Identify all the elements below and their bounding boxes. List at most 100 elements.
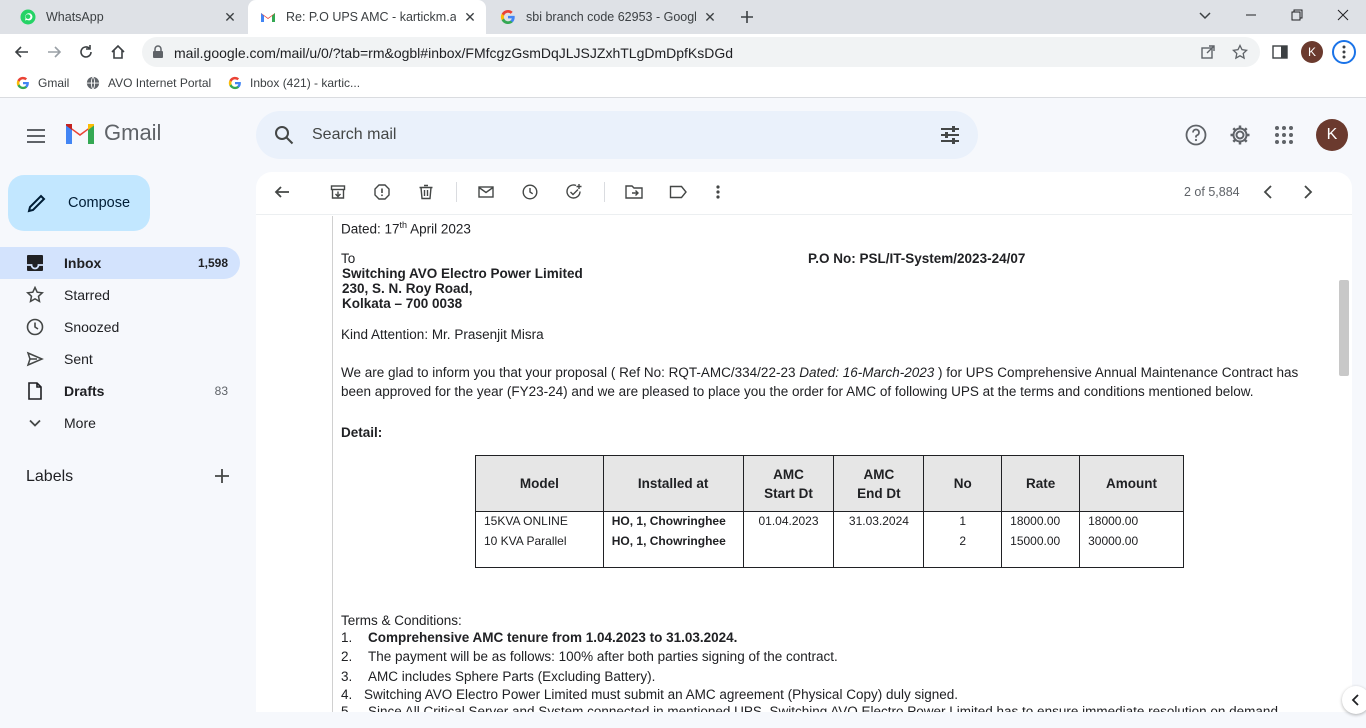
table-row: 15KVA ONLINE HO, 1, Chowringhee 01.04.20… — [475, 511, 1184, 532]
tab-search-icon[interactable] — [1182, 0, 1228, 30]
report-spam-icon[interactable] — [372, 182, 392, 202]
table-header: Model — [475, 455, 604, 512]
gmail-header: Gmail K — [0, 98, 1366, 172]
new-tab-icon[interactable] — [738, 8, 756, 26]
pagination-text: 2 of 5,884 — [1184, 185, 1240, 199]
term-number: 5. — [341, 704, 353, 712]
sidebar-item-snoozed[interactable]: Snoozed — [0, 311, 240, 343]
clock-icon — [26, 318, 44, 336]
message-panel: 2 of 5,884 Dated: 17th April 2023 To P.O… — [256, 172, 1352, 712]
tab-title: sbi branch code 62953 - Google S — [526, 10, 696, 24]
attention-line: Kind Attention: Mr. Prasenjit Misra — [341, 327, 544, 342]
sidebar-item-label: Inbox — [64, 255, 102, 271]
url-text: mail.google.com/mail/u/0/?tab=rm&ogbl#in… — [174, 45, 734, 61]
tab-whatsapp[interactable]: WhatsApp ✕ — [8, 0, 246, 34]
reload-icon[interactable] — [72, 38, 100, 66]
term-item: Since All Critical Server and System con… — [368, 704, 1282, 712]
whatsapp-icon — [20, 9, 36, 25]
profile-avatar[interactable]: K — [1301, 41, 1323, 63]
side-panel-icon[interactable] — [1272, 44, 1288, 60]
bookmark-avo-portal[interactable]: AVO Internet Portal — [86, 76, 211, 90]
labels-heading: Labels — [26, 468, 74, 485]
term-item: Switching AVO Electro Power Limited must… — [364, 687, 958, 702]
settings-gear-icon[interactable] — [1228, 123, 1252, 147]
draft-icon — [28, 382, 42, 400]
terms-heading: Terms & Conditions: — [341, 613, 462, 628]
address-bar[interactable]: mail.google.com/mail/u/0/?tab=rm&ogbl#in… — [142, 37, 1260, 67]
sidebar-item-drafts[interactable]: Drafts 83 — [0, 375, 240, 407]
forward-icon[interactable] — [40, 38, 68, 66]
term-number: 4. — [341, 687, 353, 702]
close-tab-icon[interactable]: ✕ — [462, 9, 478, 25]
search-options-icon[interactable] — [940, 125, 960, 145]
sidebar-item-more[interactable]: More — [0, 407, 240, 439]
sidebar-item-starred[interactable]: Starred — [0, 279, 240, 311]
dated-text: Dated: 17 — [341, 221, 400, 237]
search-icon[interactable] — [274, 125, 294, 145]
close-tab-icon[interactable]: ✕ — [222, 9, 238, 25]
share-icon[interactable] — [1200, 44, 1216, 60]
star-icon — [26, 286, 44, 303]
add-label-icon[interactable] — [212, 466, 232, 486]
search-input[interactable] — [312, 123, 872, 147]
bookmarks-bar: Gmail AVO Internet Portal Inbox (421) - … — [0, 70, 1366, 98]
scrollbar-thumb[interactable] — [1339, 280, 1349, 376]
gmail-brand: Gmail — [104, 120, 162, 145]
tab-gmail[interactable]: Re: P.O UPS AMC - kartickm.avo@ ✕ — [248, 0, 486, 34]
older-icon[interactable] — [1298, 182, 1318, 202]
bookmark-gmail[interactable]: Gmail — [16, 76, 69, 90]
address-line: Kolkata – 700 0038 — [342, 296, 463, 311]
more-options-icon[interactable] — [708, 182, 728, 202]
compose-button[interactable]: Compose — [8, 175, 150, 231]
add-task-icon[interactable] — [564, 182, 584, 202]
help-icon[interactable] — [1184, 123, 1208, 147]
mark-unread-icon[interactable] — [476, 182, 496, 202]
dated-text: April 2023 — [407, 221, 471, 237]
toolbar-divider — [456, 182, 457, 202]
move-to-icon[interactable] — [624, 182, 644, 202]
close-window-icon[interactable] — [1320, 0, 1366, 30]
snooze-icon[interactable] — [520, 182, 540, 202]
intro-text: ) for UPS Comprehensive Annual Maintenan… — [934, 365, 1299, 380]
sidebar-item-label: Starred — [64, 287, 110, 303]
table-cell: 2 — [923, 531, 1003, 568]
unread-count: 1,598 — [197, 256, 228, 270]
apps-grid-icon[interactable] — [1272, 123, 1296, 147]
amc-table: Model Installed at AMC Start Dt AMC End … — [475, 455, 1184, 568]
side-panel-toggle-icon[interactable] — [1342, 686, 1366, 714]
sidebar-item-inbox[interactable]: Inbox 1,598 — [0, 247, 240, 279]
home-icon[interactable] — [104, 38, 132, 66]
intro-paragraph-line: been approved for the year (FY23-24) and… — [341, 384, 1254, 399]
sidebar-item-label: More — [64, 415, 96, 431]
term-item: AMC includes Sphere Parts (Excluding Bat… — [368, 669, 656, 684]
table-header: AMC Start Dt — [742, 455, 835, 512]
restore-icon[interactable] — [1274, 0, 1320, 30]
google-icon — [500, 10, 515, 24]
label-icon[interactable] — [668, 182, 688, 202]
bookmark-inbox[interactable]: Inbox (421) - kartic... — [228, 76, 360, 90]
browser-menu-icon[interactable] — [1332, 40, 1356, 64]
delete-icon[interactable] — [416, 182, 436, 202]
sidebar-item-sent[interactable]: Sent — [0, 343, 240, 375]
back-icon[interactable] — [8, 38, 36, 66]
bookmark-star-icon[interactable] — [1232, 44, 1248, 60]
newer-icon[interactable] — [1258, 182, 1278, 202]
gmail-logo[interactable]: Gmail — [64, 120, 161, 146]
drafts-count: 83 — [214, 384, 228, 398]
bookmark-label: Inbox (421) - kartic... — [250, 76, 361, 90]
main-menu-icon[interactable] — [22, 122, 50, 150]
message-toolbar: 2 of 5,884 — [256, 172, 1352, 215]
chevron-down-icon — [29, 419, 41, 427]
quote-border — [332, 216, 333, 712]
tab-google-search[interactable]: sbi branch code 62953 - Google S ✕ — [488, 0, 726, 34]
account-avatar[interactable]: K — [1316, 119, 1348, 151]
table-cell: 01.04.2023 — [742, 511, 835, 532]
back-to-inbox-icon[interactable] — [272, 182, 292, 202]
search-bar[interactable] — [256, 111, 978, 159]
google-icon — [228, 76, 241, 90]
minimize-icon[interactable] — [1228, 0, 1274, 30]
close-tab-icon[interactable]: ✕ — [702, 9, 718, 25]
term-number: 1. — [341, 630, 353, 645]
archive-icon[interactable] — [328, 182, 348, 202]
table-header: Rate — [1001, 455, 1081, 512]
